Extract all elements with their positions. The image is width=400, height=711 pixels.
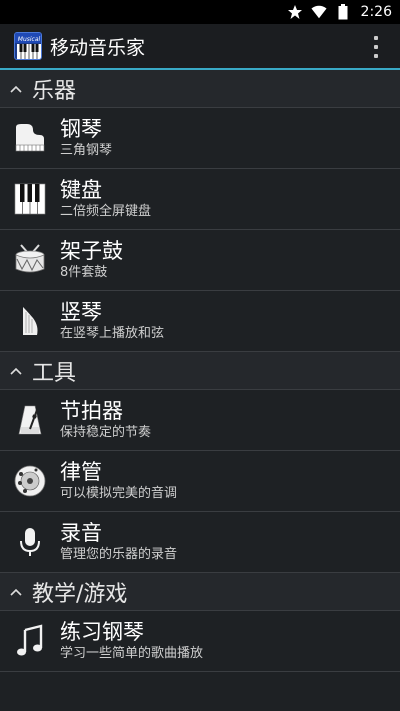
music-note-icon	[0, 611, 60, 672]
list-item-practice-piano[interactable]: 练习钢琴 学习一些简单的歌曲播放	[0, 611, 400, 672]
section-title: 教学/游戏	[32, 581, 128, 607]
app-logo-icon[interactable]: Musical	[14, 32, 42, 60]
app-title: 移动音乐家	[50, 36, 146, 59]
item-name: 钢琴	[60, 117, 102, 141]
list-item-harp[interactable]: 竖琴 在竖琴上播放和弦	[0, 291, 400, 352]
star-icon	[287, 4, 303, 20]
microphone-icon	[0, 512, 60, 573]
action-bar: Musical 移动音乐家	[0, 24, 400, 70]
item-name: 律管	[60, 460, 102, 484]
section-header-instruments[interactable]: 乐器	[0, 70, 400, 108]
item-name: 竖琴	[60, 300, 102, 324]
svg-text:Musical: Musical	[18, 36, 41, 43]
pitch-pipe-icon	[0, 451, 60, 512]
list-item-metronome[interactable]: 节拍器 保持稳定的节奏	[0, 390, 400, 451]
item-subtitle: 8件套鼓	[60, 265, 108, 280]
item-subtitle: 管理您的乐器的录音	[60, 547, 178, 562]
keyboard-icon	[0, 169, 60, 230]
harp-icon	[0, 291, 60, 352]
status-time: 2:26	[360, 4, 392, 20]
list-item-drums[interactable]: 架子鼓 8件套鼓	[0, 230, 400, 291]
section-title: 乐器	[32, 78, 77, 104]
metronome-icon	[0, 390, 60, 451]
item-subtitle: 三角钢琴	[60, 143, 113, 158]
chevron-up-icon	[0, 367, 32, 375]
item-name: 键盘	[60, 178, 102, 202]
list-item-keyboard[interactable]: 键盘 二倍频全屏键盘	[0, 169, 400, 230]
item-subtitle: 在竖琴上播放和弦	[60, 326, 165, 341]
item-name: 录音	[60, 521, 102, 545]
overflow-menu-icon[interactable]	[372, 36, 380, 58]
item-subtitle: 保持稳定的节奏	[60, 425, 152, 440]
item-name: 节拍器	[60, 399, 123, 423]
chevron-up-icon	[0, 85, 32, 93]
drum-icon	[0, 230, 60, 291]
list-item-recording[interactable]: 录音 管理您的乐器的录音	[0, 512, 400, 573]
item-subtitle: 学习一些简单的歌曲播放	[60, 646, 204, 661]
battery-icon	[335, 4, 351, 20]
section-title: 工具	[32, 360, 77, 386]
chevron-up-icon	[0, 588, 32, 596]
item-subtitle: 可以模拟完美的音调	[60, 486, 178, 501]
list-item-piano[interactable]: 钢琴 三角钢琴	[0, 108, 400, 169]
item-name: 架子鼓	[60, 239, 123, 263]
status-bar: 2:26	[0, 0, 400, 24]
section-header-teaching-games[interactable]: 教学/游戏	[0, 573, 400, 611]
item-subtitle: 二倍频全屏键盘	[60, 204, 152, 219]
item-name: 练习钢琴	[60, 620, 144, 644]
section-header-tools[interactable]: 工具	[0, 352, 400, 390]
wifi-icon	[310, 4, 327, 20]
list-item-pitch-pipe[interactable]: 律管 可以模拟完美的音调	[0, 451, 400, 512]
piano-icon	[0, 108, 60, 169]
